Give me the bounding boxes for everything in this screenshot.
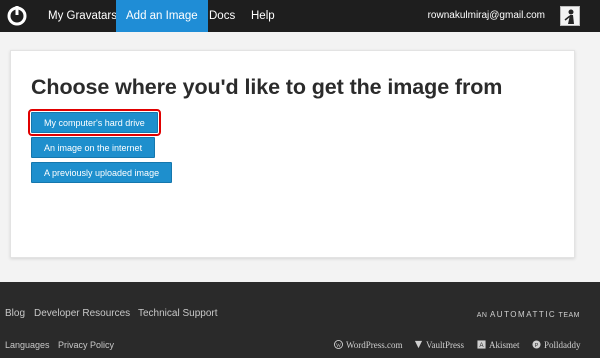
sister-site-vaultpress[interactable]: VaultPress [414,340,464,350]
automattic-prefix: AN [476,312,488,319]
footer-link-technical-support[interactable]: Technical Support [138,308,218,319]
wordpress-icon: W [334,340,343,349]
option-computer-hard-drive-button[interactable]: My computer's hard drive [28,109,161,136]
account-email[interactable]: rownakulmiraj@gmail.com [428,0,545,32]
footer-link-developer-resources[interactable]: Developer Resources [34,308,130,319]
sister-site-label: Akismet [489,340,520,350]
option-image-on-internet-button[interactable]: An image on the internet [31,137,156,158]
nav-docs[interactable]: Docs [199,0,245,32]
sister-site-wordpress[interactable]: W WordPress.com [334,340,403,350]
avatar[interactable] [560,6,580,26]
sister-site-polldaddy[interactable]: P Polldaddy [532,340,581,350]
automattic-badge[interactable]: AN AUTOMATTIC TEAM [477,310,580,319]
sister-site-akismet[interactable]: A Akismet [477,340,520,350]
gravatar-logo-icon[interactable] [6,5,28,27]
automattic-suffix: TEAM [558,312,580,319]
option-previously-uploaded-button[interactable]: A previously uploaded image [31,162,173,183]
page-title: Choose where you'd like to get the image… [31,75,503,99]
nav-add-an-image[interactable]: Add an Image [116,0,208,32]
footer-link-languages[interactable]: Languages [5,340,50,350]
akismet-icon: A [477,340,486,349]
polldaddy-icon: P [532,340,541,349]
footer-link-privacy-policy[interactable]: Privacy Policy [58,340,114,350]
vaultpress-icon [414,340,423,349]
sister-site-label: VaultPress [426,340,464,350]
image-source-card: Choose where you'd like to get the image… [10,50,575,258]
nav-help[interactable]: Help [241,0,285,32]
avatar-figure-icon [564,9,574,24]
footer: Blog Developer Resources Technical Suppo… [0,282,600,358]
top-navigation: My Gravatars Add an Image Docs Help rown… [0,0,600,32]
footer-link-blog[interactable]: Blog [5,308,25,319]
sister-site-label: Polldaddy [544,340,581,350]
automattic-name: AUTOMATTIC [489,310,557,319]
nav-my-gravatars[interactable]: My Gravatars [38,0,127,32]
svg-text:P: P [535,343,539,349]
sister-site-label: WordPress.com [346,340,403,350]
